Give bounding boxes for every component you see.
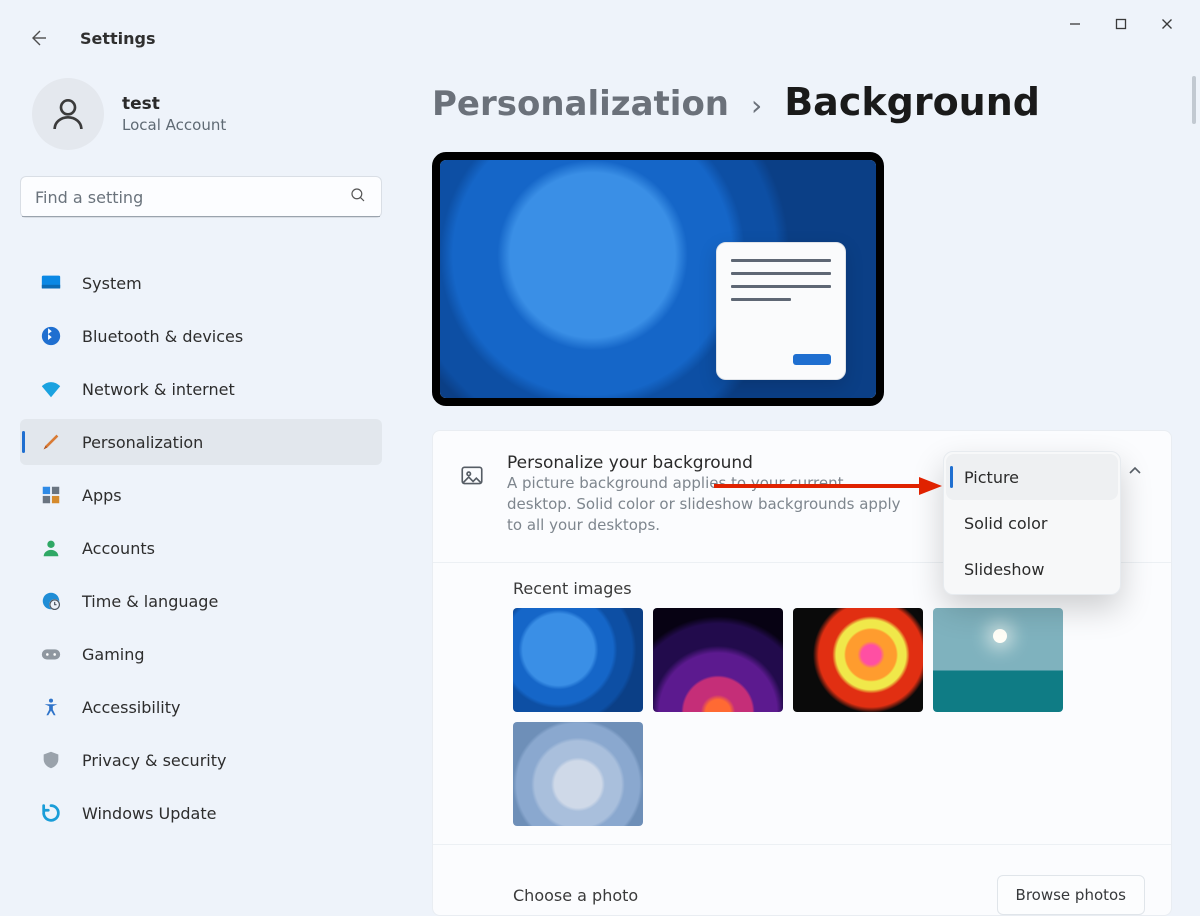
wifi-icon [40, 378, 62, 400]
recent-image-thumb[interactable] [933, 608, 1063, 712]
gamepad-icon [40, 643, 62, 665]
sidebar-item-network[interactable]: Network & internet [20, 366, 382, 412]
personalize-background-row: Personalize your background A picture ba… [433, 431, 1171, 563]
apps-icon [40, 484, 62, 506]
update-icon [40, 802, 62, 824]
profile-name: test [122, 94, 226, 115]
sidebar-item-label: Personalization [82, 433, 203, 452]
accessibility-icon [40, 696, 62, 718]
personalize-title: Personalize your background [507, 453, 907, 473]
sidebar-item-personalization[interactable]: Personalization [20, 419, 382, 465]
search-input[interactable] [35, 188, 335, 207]
globe-clock-icon [40, 590, 62, 612]
sidebar-item-label: Windows Update [82, 804, 216, 823]
minimize-button[interactable] [1052, 5, 1098, 43]
preview-sample-window [716, 242, 846, 380]
background-preview [432, 152, 884, 406]
sidebar-item-system[interactable]: System [20, 260, 382, 306]
sidebar-item-label: System [82, 274, 142, 293]
choose-photo-label: Choose a photo [513, 886, 638, 905]
dropdown-option-label: Solid color [964, 514, 1047, 533]
paintbrush-icon [40, 431, 62, 453]
sidebar-item-label: Time & language [82, 592, 218, 611]
page-title: Background [784, 80, 1040, 124]
profile-block[interactable]: test Local Account [20, 72, 382, 176]
recent-image-thumb[interactable] [793, 608, 923, 712]
recent-image-thumb[interactable] [513, 722, 643, 826]
sidebar-item-label: Privacy & security [82, 751, 226, 770]
search-icon [349, 186, 367, 208]
back-button[interactable] [20, 20, 56, 56]
account-icon [40, 537, 62, 559]
close-button[interactable] [1144, 5, 1190, 43]
avatar [32, 78, 104, 150]
app-title: Settings [80, 29, 156, 48]
sidebar-item-bluetooth[interactable]: Bluetooth & devices [20, 313, 382, 359]
breadcrumb: Personalization › Background [432, 80, 1172, 124]
sidebar-item-label: Network & internet [82, 380, 235, 399]
sidebar-item-accessibility[interactable]: Accessibility [20, 684, 382, 730]
maximize-button[interactable] [1098, 5, 1144, 43]
sidebar-item-label: Gaming [82, 645, 145, 664]
dropdown-option-solid-color[interactable]: Solid color [946, 500, 1118, 546]
sidebar-item-apps[interactable]: Apps [20, 472, 382, 518]
sidebar-item-gaming[interactable]: Gaming [20, 631, 382, 677]
sidebar-item-accounts[interactable]: Accounts [20, 525, 382, 571]
dropdown-option-label: Slideshow [964, 560, 1044, 579]
dropdown-option-slideshow[interactable]: Slideshow [946, 546, 1118, 592]
chevron-up-icon[interactable] [1117, 453, 1153, 489]
breadcrumb-parent[interactable]: Personalization [432, 84, 729, 124]
system-icon [40, 272, 62, 294]
scrollbar[interactable] [1192, 76, 1196, 124]
recent-image-thumb[interactable] [653, 608, 783, 712]
picture-icon [459, 463, 485, 493]
chevron-right-icon: › [751, 92, 762, 120]
sidebar-item-label: Accounts [82, 539, 155, 558]
profile-subtitle: Local Account [122, 116, 226, 134]
sidebar-item-time[interactable]: Time & language [20, 578, 382, 624]
window-titlebar [0, 0, 1200, 48]
browse-photos-button[interactable]: Browse photos [997, 875, 1145, 915]
sidebar-item-privacy[interactable]: Privacy & security [20, 737, 382, 783]
recent-image-thumb[interactable] [513, 608, 643, 712]
background-type-dropdown[interactable]: Picture Solid color Slideshow [943, 451, 1121, 595]
dropdown-option-label: Picture [964, 468, 1019, 487]
sidebar-item-label: Bluetooth & devices [82, 327, 243, 346]
bluetooth-icon [40, 325, 62, 347]
search-box[interactable] [20, 176, 382, 218]
sidebar-item-label: Accessibility [82, 698, 180, 717]
recent-images-grid [433, 608, 1171, 845]
dropdown-option-picture[interactable]: Picture [946, 454, 1118, 500]
personalize-description: A picture background applies to your cur… [507, 473, 907, 536]
sidebar-item-update[interactable]: Windows Update [20, 790, 382, 836]
shield-icon [40, 749, 62, 771]
sidebar-item-label: Apps [82, 486, 122, 505]
